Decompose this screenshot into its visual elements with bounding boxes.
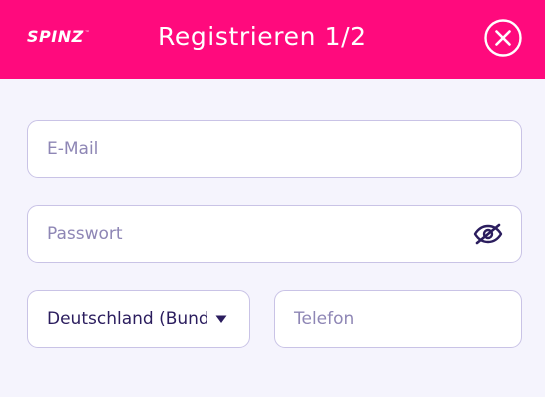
logo-wordmark: SPINZ [27,27,84,46]
password-placeholder: Passwort [47,224,123,244]
phone-field[interactable]: Telefon [274,290,522,348]
close-button[interactable] [484,19,522,57]
password-field[interactable]: Passwort [27,205,522,263]
page-title: Registrieren 1/2 [158,22,367,51]
email-placeholder: E-Mail [47,139,99,159]
email-field[interactable]: E-Mail [27,120,522,178]
close-circle-icon [484,19,522,57]
country-selected-value: Deutschland (Bundesrepublik) [47,309,207,329]
caret-down-icon [215,315,227,323]
country-select[interactable]: Deutschland (Bundesrepublik) [27,290,250,348]
password-visibility-toggle[interactable] [473,222,503,246]
eye-slash-icon [473,223,503,245]
phone-placeholder: Telefon [294,309,355,329]
logo-trademark: ™ [84,30,90,36]
spinz-logo: SPINZ ™ [27,27,90,47]
header-bar: SPINZ ™ Registrieren 1/2 [0,0,545,79]
